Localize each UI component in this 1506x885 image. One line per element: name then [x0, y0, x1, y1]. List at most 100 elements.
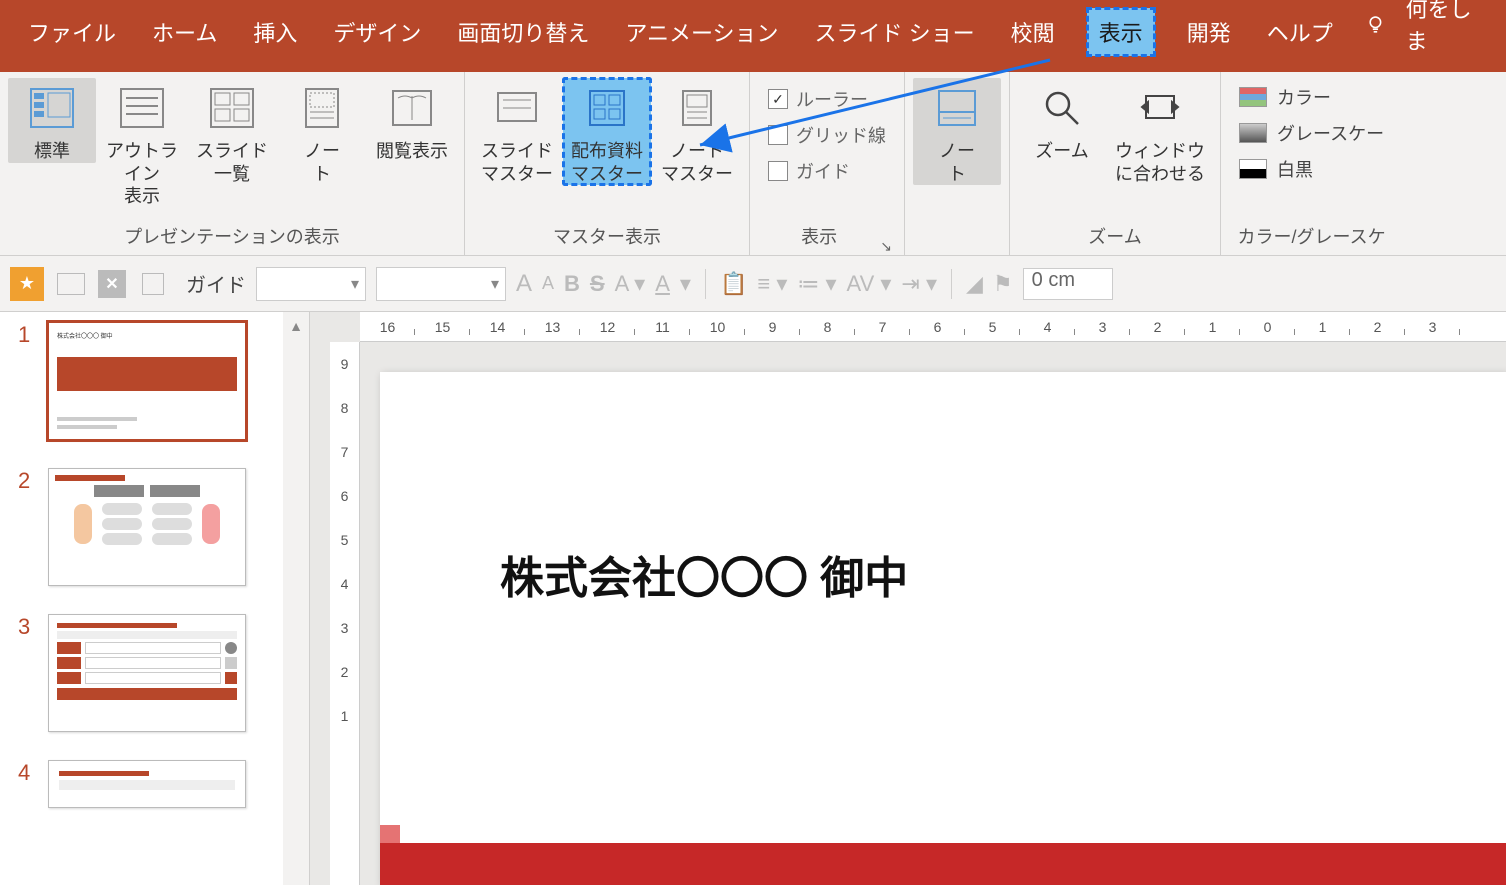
- checkbox-icon: ✓: [768, 89, 788, 109]
- ribbon: 標準 アウトライン 表示 スライド 一覧 ノー ト 閲覧表示 プレゼンテーション…: [0, 72, 1506, 256]
- qb-list-icon[interactable]: ≔ ▾: [797, 271, 836, 297]
- btn-slide-master[interactable]: スライド マスター: [473, 78, 561, 185]
- qb-font-decrease[interactable]: A: [542, 273, 554, 294]
- main-area: 1 株式会社〇〇〇 御中 2: [0, 312, 1506, 885]
- checkbox-icon: [768, 125, 788, 145]
- qb-font-increase[interactable]: A: [516, 270, 532, 298]
- slide-red-band: [380, 843, 1506, 885]
- btn-color[interactable]: カラー: [1239, 84, 1384, 110]
- btn-notes-page[interactable]: ノー ト: [278, 78, 366, 185]
- btn-reading-view-label: 閲覧表示: [376, 140, 448, 163]
- thumbnail-1[interactable]: 1 株式会社〇〇〇 御中: [18, 322, 297, 440]
- qb-rect-icon[interactable]: [54, 267, 88, 301]
- dialog-launcher-icon[interactable]: ↘: [880, 238, 896, 255]
- btn-slide-sorter[interactable]: スライド 一覧: [188, 78, 276, 185]
- thumbnail-preview: 株式会社〇〇〇 御中: [48, 322, 246, 440]
- qb-dropdown-1[interactable]: ▾: [256, 267, 366, 301]
- slide-canvas[interactable]: 株式会社〇〇〇 御中: [380, 372, 1506, 885]
- qb-close-icon[interactable]: ✕: [98, 270, 126, 298]
- group-zoom-label: ズーム: [1018, 219, 1212, 255]
- group-color-label: カラー/グレースケ: [1229, 219, 1394, 255]
- scroll-up-icon[interactable]: ▲: [289, 312, 303, 340]
- normal-view-icon: [28, 84, 76, 132]
- qb-indent-icon[interactable]: ⇥ ▾: [901, 271, 937, 297]
- qb-align-icon[interactable]: ≡ ▾: [757, 271, 787, 297]
- tab-design[interactable]: デザイン: [329, 8, 425, 56]
- group-master-views-label: マスター表示: [473, 219, 741, 255]
- qb-checkbox-icon[interactable]: [136, 267, 170, 301]
- qb-bold[interactable]: B: [564, 271, 580, 297]
- check-gridlines-label: グリッド線: [796, 122, 886, 148]
- group-presentation-views: 標準 アウトライン 表示 スライド 一覧 ノー ト 閲覧表示 プレゼンテーション…: [0, 72, 465, 255]
- tab-home[interactable]: ホーム: [148, 8, 221, 56]
- bulb-icon: [1365, 12, 1386, 36]
- tab-insert[interactable]: 挿入: [249, 8, 301, 56]
- btn-notes-master[interactable]: ノート マスター: [653, 78, 741, 185]
- btn-bw-label: 白黒: [1277, 156, 1313, 182]
- btn-normal-view[interactable]: 標準: [8, 78, 96, 163]
- group-color: カラー グレースケー 白黒 カラー/グレースケ: [1221, 72, 1402, 255]
- tab-transitions[interactable]: 画面切り替え: [453, 8, 593, 56]
- btn-grayscale[interactable]: グレースケー: [1239, 120, 1384, 146]
- tab-slideshow[interactable]: スライド ショー: [811, 8, 979, 56]
- qb-spacing-icon[interactable]: AV ▾: [847, 271, 892, 297]
- qb-guide-label: ガイド: [186, 269, 246, 298]
- btn-fit-window[interactable]: ウィンドウ に合わせる: [1108, 78, 1212, 185]
- check-gridlines[interactable]: グリッド線: [768, 122, 886, 148]
- grayscale-swatch-icon: [1239, 123, 1267, 143]
- btn-handout-master[interactable]: 配布資料 マスター: [563, 78, 651, 185]
- tab-help[interactable]: ヘルプ: [1263, 8, 1337, 56]
- btn-zoom[interactable]: ズーム: [1018, 78, 1106, 163]
- slide-canvas-area: 161514131211109876543210123 987654321 株式…: [310, 312, 1506, 885]
- qb-flag-icon[interactable]: ⚑: [993, 271, 1013, 297]
- color-swatch-icon: [1239, 87, 1267, 107]
- group-master-views: スライド マスター 配布資料 マスター ノート マスター マスター表示: [465, 72, 750, 255]
- quick-access-toolbar: ★ ✕ ガイド ▾ ▾ A A B S A ▾ A▾ 📋 ≡ ▾ ≔ ▾ AV …: [0, 256, 1506, 312]
- slide-accent: [380, 825, 400, 843]
- btn-notes-pane[interactable]: ノー ト: [913, 78, 1001, 185]
- btn-color-label: カラー: [1277, 84, 1331, 110]
- thumbnail-3[interactable]: 3: [18, 614, 297, 732]
- thumbnail-number: 1: [18, 322, 36, 348]
- tell-me[interactable]: 何をしま: [1365, 0, 1482, 56]
- group-notes-spacer: [913, 224, 1001, 255]
- qb-strike[interactable]: S: [590, 271, 605, 297]
- thumbnail-preview: [48, 760, 246, 808]
- separator: [951, 269, 952, 299]
- thumbnail-preview: [48, 468, 246, 586]
- qb-dropdown-2[interactable]: ▾: [376, 267, 506, 301]
- horizontal-ruler: 161514131211109876543210123: [360, 312, 1506, 342]
- btn-reading-view[interactable]: 閲覧表示: [368, 78, 456, 163]
- group-presentation-views-label: プレゼンテーションの表示: [8, 219, 456, 255]
- qb-eraser-icon[interactable]: ◢: [966, 271, 983, 297]
- tell-me-label: 何をしま: [1406, 0, 1482, 56]
- thumbnail-number: 3: [18, 614, 36, 640]
- qb-favorite-icon[interactable]: ★: [10, 267, 44, 301]
- group-show-label: 表示: [758, 219, 880, 255]
- group-show: ✓ルーラー グリッド線 ガイド 表示 ↘: [750, 72, 905, 255]
- thumbnail-4[interactable]: 4: [18, 760, 297, 808]
- slide-sorter-icon: [208, 84, 256, 132]
- btn-fit-window-label: ウィンドウ に合わせる: [1115, 140, 1205, 185]
- slide-master-icon: [493, 84, 541, 132]
- check-guides-label: ガイド: [796, 158, 850, 184]
- thumbnail-scrollbar[interactable]: ▲: [283, 312, 309, 885]
- fit-window-icon: [1136, 84, 1184, 132]
- tab-review[interactable]: 校閲: [1007, 8, 1059, 56]
- check-guides[interactable]: ガイド: [768, 158, 886, 184]
- qb-highlight[interactable]: A: [655, 271, 670, 297]
- qb-paste-icon[interactable]: 📋: [720, 271, 747, 297]
- qb-measure-input[interactable]: 0 cm: [1023, 268, 1113, 300]
- tab-view[interactable]: 表示: [1087, 8, 1155, 56]
- btn-zoom-label: ズーム: [1035, 140, 1088, 163]
- tab-animations[interactable]: アニメーション: [621, 8, 782, 56]
- btn-bw[interactable]: 白黒: [1239, 156, 1384, 182]
- qb-font-color[interactable]: A ▾: [615, 271, 646, 297]
- check-ruler[interactable]: ✓ルーラー: [768, 86, 886, 112]
- thumbnail-2[interactable]: 2: [18, 468, 297, 586]
- tab-file[interactable]: ファイル: [24, 8, 120, 56]
- slide-title-text[interactable]: 株式会社〇〇〇 御中: [500, 542, 908, 606]
- tab-developer[interactable]: 開発: [1183, 8, 1235, 56]
- btn-outline-view[interactable]: アウトライン 表示: [98, 78, 186, 208]
- notes-pane-icon: [933, 84, 981, 132]
